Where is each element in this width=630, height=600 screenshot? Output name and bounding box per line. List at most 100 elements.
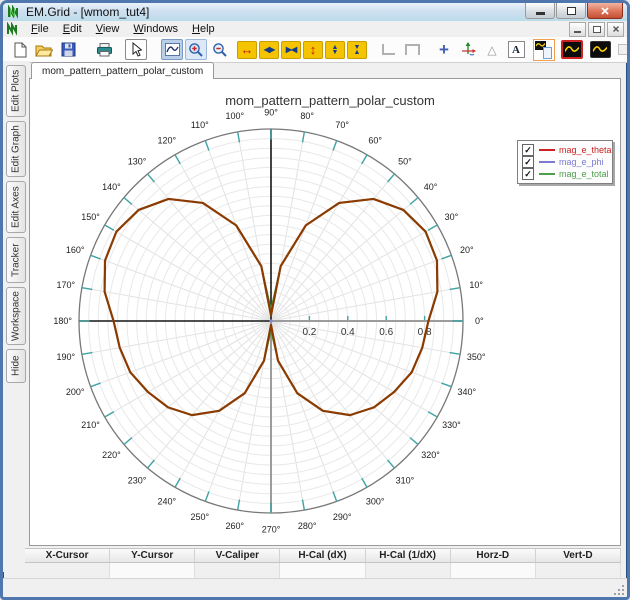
svg-text:260°: 260° [225,521,244,531]
restore-button[interactable] [556,3,586,19]
triangle-button[interactable]: △ [481,39,503,60]
h-fit-button[interactable]: ▶◀ [281,40,301,59]
distribute-vertical-button[interactable]: ↕ [617,39,627,60]
legend-checkbox-mag_e_total[interactable]: ✓ [522,168,534,180]
menu-item-file[interactable]: File [24,22,56,36]
cursor-col-y-cursor: Y-Cursor [110,549,196,562]
svg-text:100°: 100° [225,111,244,121]
cursor-table-headers: X-Cursor Y-Cursor V-Caliper H-Cal (dX) H-Cal… [25,548,621,563]
v-pan-out-button[interactable]: ▲ ▼ [325,40,345,59]
legend-checkbox-mag_e_theta[interactable]: ✓ [522,144,534,156]
v-zoom-expand-button[interactable]: ↕ [303,40,323,59]
svg-text:160°: 160° [66,245,85,255]
crosshair-button[interactable]: + [433,39,455,60]
tab-polar-plot[interactable]: mom_pattern_pattern_polar_custom [31,62,215,79]
svg-text:170°: 170° [56,280,75,290]
svg-text:30°: 30° [445,212,459,222]
chart-title: mom_pattern_pattern_polar_custom [225,93,435,108]
mdi-minimize-icon [574,30,581,33]
menu-item-view[interactable]: View [89,22,127,36]
app-logo-icon [7,5,18,19]
close-button[interactable] [587,3,623,19]
cursor-value-cell [280,563,366,579]
legend-checkbox-mag_e_phi[interactable]: ✓ [522,156,534,168]
dark-plot-selected-button[interactable] [561,39,583,60]
v-fit-hourglass-icon: ▼ ▲ [353,43,361,56]
svg-text:50°: 50° [398,156,412,166]
sidebar-tab-workspace[interactable]: Workspace [6,287,26,345]
printer-icon [96,43,112,57]
svg-text:190°: 190° [56,352,75,362]
mdi-restore-button[interactable] [588,21,605,37]
cursor-arrow-icon [132,42,142,57]
menu-item-edit[interactable]: Edit [56,22,89,36]
cursor-value-cell [450,563,536,579]
svg-text:70°: 70° [335,120,349,130]
sidebar-tab-edit-graph[interactable]: Edit Graph [6,121,26,177]
legend-line-swatch [539,149,555,151]
legend-label: mag_e_total [559,169,609,179]
svg-text:90°: 90° [264,108,278,118]
plot-mode-button[interactable] [161,39,183,60]
cursor-value-cell [25,563,111,579]
sidebar-tab-edit-axes[interactable]: Edit Axes [6,181,26,233]
radial-label: 0.4 [341,327,355,338]
zoom-out-icon [213,42,227,57]
print-button[interactable] [93,39,115,60]
zoom-in-button[interactable] [185,39,207,60]
app-window: EM.Grid - [wmom_tut4] File Edit View Window… [0,0,630,600]
sidebar-tab-hide[interactable]: Hide [6,349,26,383]
copy-plot-icon [533,38,555,61]
h-zoom-expand-button[interactable]: ↔ [237,40,257,59]
mdi-close-button[interactable] [607,21,624,37]
v-blue-out-arrows-icon: ▲ ▼ [331,43,339,56]
v-fit-button[interactable]: ▼ ▲ [347,40,367,59]
cursor-readout-table: X-Cursor Y-Cursor V-Caliper H-Cal (dX) H-Cal… [25,548,621,580]
cursor-col-h-cal-dx-: H-Cal (dX) [280,549,366,562]
resize-grip[interactable] [613,584,626,597]
window-title: EM.Grid - [wmom_tut4] [26,5,150,19]
corner-left-button[interactable] [377,39,399,60]
cursor-col-v-caliper: V-Caliper [195,549,281,562]
h-pan-out-button[interactable]: ◀▶ [259,40,279,59]
new-document-button[interactable] [9,39,31,60]
copy-plot-button[interactable] [533,38,555,61]
dark-plot-button[interactable] [589,39,611,60]
svg-text:310°: 310° [396,476,415,486]
menu-items: File Edit View Windows Help [24,23,222,35]
mdi-restore-icon [592,25,601,33]
svg-text:60°: 60° [368,136,382,146]
svg-text:110°: 110° [191,120,209,130]
svg-text:290°: 290° [333,512,352,522]
legend-item-mag_e_theta: ✓ mag_e_theta [522,144,612,156]
svg-text:200°: 200° [66,387,85,397]
toolbar: ↔ ◀▶ ▶◀ ↕ ▲▼ ▼▲ + △ A ↕ ↔ Layout [3,37,627,63]
plot-client-area[interactable]: 0.2 0.4 0.6 0.8 0° 10° 20° 30° 40° 50° 60° 70° 80° 90… [29,78,621,546]
menu-item-windows[interactable]: Windows [126,22,185,36]
open-file-button[interactable] [33,39,55,60]
title-bar[interactable]: EM.Grid - [wmom_tut4] [3,3,627,21]
sidebar-tab-tracker[interactable]: Tracker [6,237,26,283]
cursor-col-h-cal-1-dx-: H-Cal (1/dX) [365,549,451,562]
svg-text:130°: 130° [128,156,147,166]
corner-top-button[interactable] [401,39,423,60]
legend-label: mag_e_theta [559,145,612,155]
save-button[interactable] [57,39,79,60]
select-cursor-button[interactable] [125,39,147,60]
cursor-value-cell [195,563,281,579]
axes-tracker-button[interactable] [457,39,479,60]
mdi-minimize-button[interactable] [569,21,586,37]
svg-text:180°: 180° [53,316,72,326]
mdi-close-icon [612,26,619,32]
text-annotation-button[interactable]: A [505,39,527,60]
menu-item-help[interactable]: Help [185,22,222,36]
radial-label: 0.6 [379,327,393,338]
sidebar-tab-edit-plots[interactable]: Edit Plots [6,65,26,117]
svg-text:20°: 20° [460,245,474,255]
svg-text:40°: 40° [424,182,438,192]
distribute-vertical-icon: ↕ [617,44,627,55]
zoom-out-button[interactable] [209,39,231,60]
legend-box[interactable]: ✓ mag_e_theta ✓ mag_e_phi ✓ mag_e_total [517,140,613,184]
minimize-button[interactable] [525,3,555,19]
legend-line-swatch [539,173,555,175]
